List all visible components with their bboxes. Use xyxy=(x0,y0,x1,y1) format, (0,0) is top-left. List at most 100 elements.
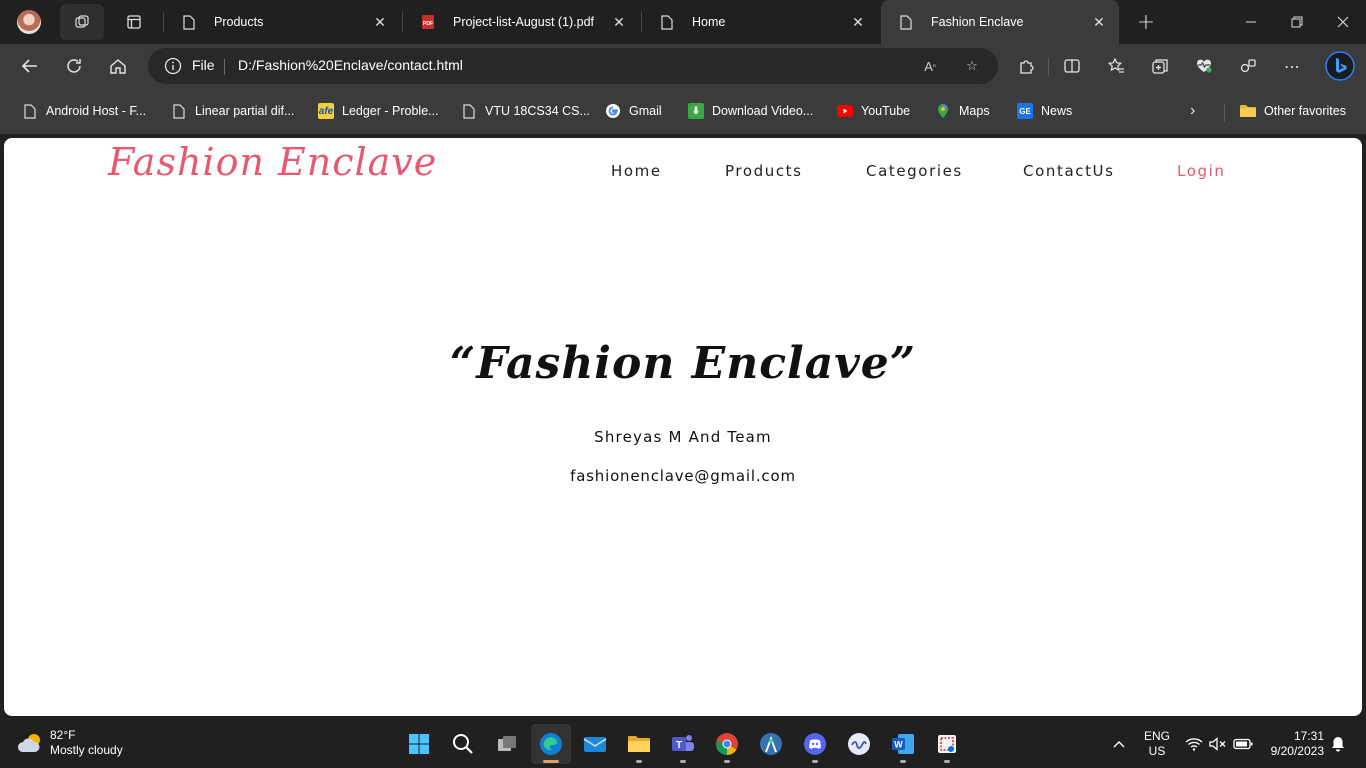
tab-project-list-pdf[interactable]: PDF Project-list-August (1).pdf ✕ xyxy=(403,0,639,44)
notification-bell-icon[interactable] xyxy=(1328,720,1348,768)
taskbar-edge[interactable] xyxy=(531,724,571,764)
taskbar-android-studio[interactable] xyxy=(751,724,791,764)
volume-muted-icon[interactable] xyxy=(1208,720,1228,768)
running-indicator xyxy=(724,760,730,763)
taskbar-chrome[interactable] xyxy=(707,724,747,764)
minimize-icon xyxy=(1246,21,1256,23)
taskbar-meet[interactable] xyxy=(839,724,879,764)
android-studio-icon xyxy=(760,733,782,755)
tab-actions-button[interactable] xyxy=(116,8,152,36)
system-clock[interactable]: 17:31 9/20/2023 xyxy=(1262,729,1324,759)
info-icon[interactable] xyxy=(164,57,182,75)
favorites-divider xyxy=(1224,104,1225,122)
favorite-news[interactable]: GE News xyxy=(1017,100,1072,122)
favorite-maps[interactable]: Maps xyxy=(935,100,990,122)
favorite-star-icon[interactable]: ☆ xyxy=(960,54,984,78)
page-icon xyxy=(899,14,913,30)
favorite-ledger[interactable]: afe Ledger - Proble... xyxy=(318,100,439,122)
nav-home[interactable]: Home xyxy=(611,162,662,180)
tab-home[interactable]: Home ✕ xyxy=(642,0,878,44)
tab-fashion-enclave[interactable]: Fashion Enclave ✕ xyxy=(881,0,1119,44)
favorite-android-host[interactable]: Android Host - F... xyxy=(22,100,146,122)
close-window-button[interactable] xyxy=(1320,0,1366,44)
taskbar-snipping-tool[interactable] xyxy=(927,724,967,764)
favorite-youtube[interactable]: YouTube xyxy=(837,100,910,122)
weather-widget[interactable]: 82°F Mostly cloudy xyxy=(16,728,123,758)
url-text[interactable]: D:/Fashion%20Enclave/contact.html xyxy=(238,57,463,73)
workspaces-button[interactable] xyxy=(60,4,104,40)
site-logo[interactable]: Fashion Enclave xyxy=(108,140,437,184)
taskbar-word[interactable]: W xyxy=(883,724,923,764)
maps-icon xyxy=(935,103,951,119)
home-button[interactable] xyxy=(102,50,134,82)
other-favorites-folder[interactable]: Other favorites xyxy=(1240,100,1346,122)
split-screen-button[interactable] xyxy=(1058,52,1086,80)
restore-button[interactable] xyxy=(1274,0,1320,44)
page-icon xyxy=(461,103,477,119)
favorite-vtu[interactable]: VTU 18CS34 CS... xyxy=(461,100,590,122)
running-indicator xyxy=(944,760,950,763)
taskbar-mail[interactable] xyxy=(575,724,615,764)
close-tab-icon[interactable]: ✕ xyxy=(846,10,870,34)
running-indicator xyxy=(900,760,906,763)
performance-button[interactable] xyxy=(1234,52,1262,80)
wifi-icon[interactable] xyxy=(1184,720,1204,768)
favorite-download-video[interactable]: ⬇ Download Video... xyxy=(688,100,813,122)
nav-contact-us[interactable]: ContactUs xyxy=(1023,162,1115,180)
more-favorites-chevron-icon[interactable]: › xyxy=(1190,100,1195,122)
close-icon xyxy=(1337,16,1349,28)
favorites-button[interactable] xyxy=(1102,52,1130,80)
running-indicator xyxy=(812,760,818,763)
nav-login[interactable]: Login xyxy=(1177,162,1225,180)
tab-title: Project-list-August (1).pdf xyxy=(453,15,595,29)
weather-condition: Mostly cloudy xyxy=(50,743,123,757)
scheme-label: File xyxy=(192,57,215,73)
taskbar-file-explorer[interactable] xyxy=(619,724,659,764)
close-tab-icon[interactable]: ✕ xyxy=(368,10,392,34)
nav-products[interactable]: Products xyxy=(725,162,803,180)
favorites-bar: Android Host - F... Linear partial dif..… xyxy=(0,88,1366,134)
extensions-button[interactable] xyxy=(1013,52,1041,80)
address-bar[interactable]: File D:/Fashion%20Enclave/contact.html A… xyxy=(148,48,998,84)
battery-icon[interactable] xyxy=(1232,720,1254,768)
start-button[interactable] xyxy=(399,724,439,764)
avatar xyxy=(17,10,41,34)
close-tab-icon[interactable]: ✕ xyxy=(1087,10,1111,34)
show-hidden-icons-chevron-icon[interactable] xyxy=(1106,720,1132,768)
workspaces-icon xyxy=(75,15,89,28)
more-dots-icon: ⋯ xyxy=(1284,56,1300,76)
close-tab-icon[interactable]: ✕ xyxy=(607,10,631,34)
taskbar-teams[interactable]: T xyxy=(663,724,703,764)
profile-avatar[interactable] xyxy=(14,8,44,36)
nav-categories[interactable]: Categories xyxy=(866,162,963,180)
taskbar-discord[interactable] xyxy=(795,724,835,764)
toolbar-divider xyxy=(1048,58,1049,76)
back-button[interactable] xyxy=(14,50,46,82)
performance-icon xyxy=(1240,59,1256,73)
contact-email[interactable]: fashionenclave@gmail.com xyxy=(4,467,1362,485)
input-language[interactable]: ENG US xyxy=(1140,729,1174,759)
new-tab-button[interactable]: + xyxy=(1132,8,1160,36)
favorite-label: Android Host - F... xyxy=(46,104,147,118)
tab-products[interactable]: Products ✕ xyxy=(164,0,400,44)
active-indicator xyxy=(543,760,559,763)
browser-essentials-button[interactable] xyxy=(1190,52,1218,80)
task-view-icon xyxy=(498,736,516,751)
collections-button[interactable] xyxy=(1146,52,1174,80)
clock-time: 17:31 xyxy=(1293,729,1324,743)
favorite-linear-partial[interactable]: Linear partial dif... xyxy=(171,100,294,122)
minimize-button[interactable] xyxy=(1228,0,1274,44)
search-button[interactable] xyxy=(443,724,483,764)
tab-actions-icon xyxy=(127,15,141,29)
favorite-gmail[interactable]: Gmail xyxy=(605,100,662,122)
task-view-button[interactable] xyxy=(487,724,527,764)
read-aloud-icon[interactable]: Aⁿ xyxy=(918,54,942,78)
browser-toolbar: File D:/Fashion%20Enclave/contact.html A… xyxy=(0,44,1366,88)
svg-text:W: W xyxy=(894,740,903,750)
page-icon xyxy=(660,14,674,30)
page-icon xyxy=(182,14,196,30)
word-icon: W xyxy=(892,734,914,754)
refresh-button[interactable] xyxy=(58,50,90,82)
more-options-button[interactable]: ⋯ xyxy=(1278,52,1306,80)
bing-copilot-button[interactable] xyxy=(1324,50,1356,82)
